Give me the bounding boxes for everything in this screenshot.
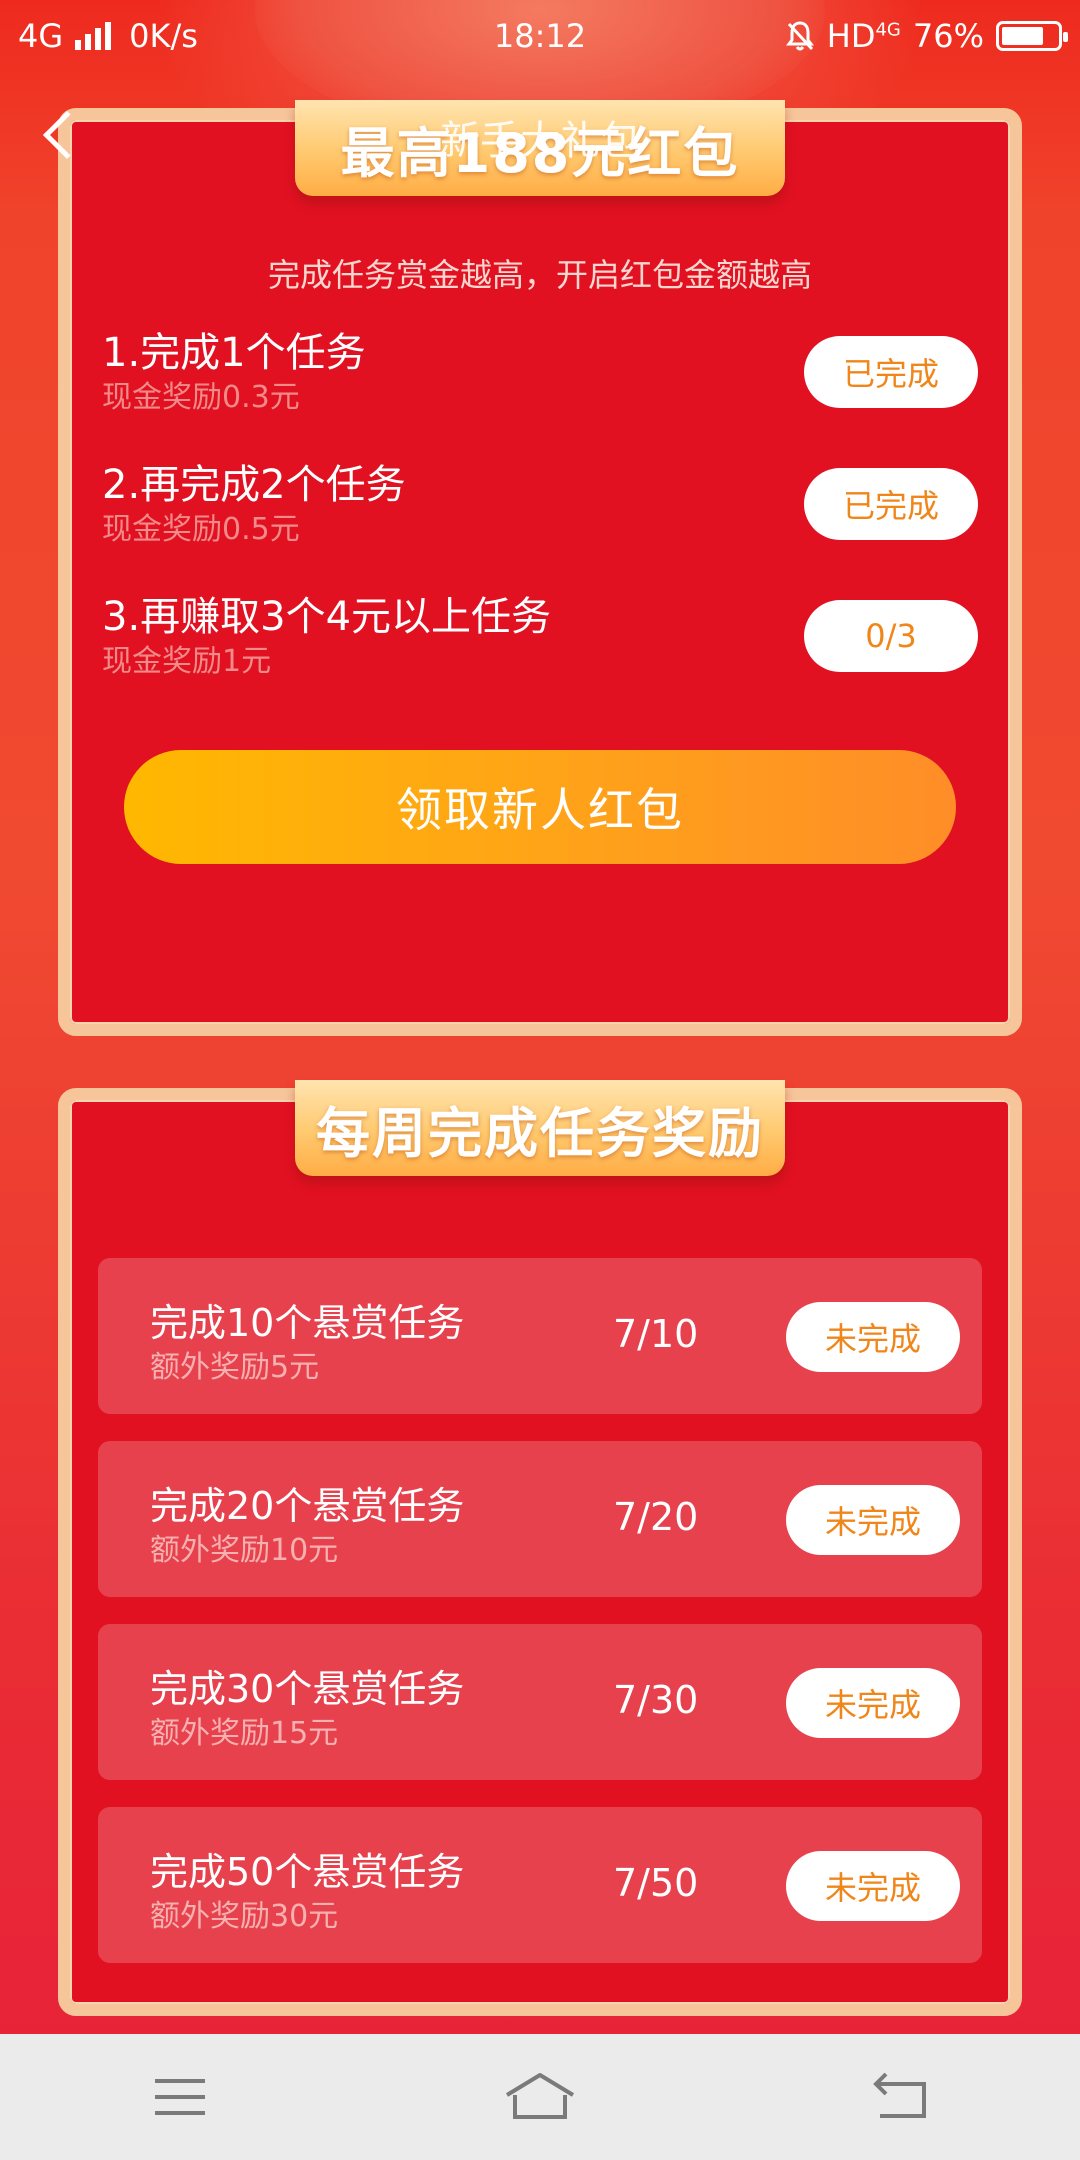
- return-icon: [873, 2072, 926, 2118]
- menu-icon: [155, 2079, 205, 2115]
- weekly-task-row: 完成50个悬赏任务 额外奖励30元 7/50 未完成: [98, 1807, 982, 1963]
- menu-nav-button[interactable]: [120, 2057, 240, 2137]
- weekly-ribbon: 每周完成任务奖励: [295, 1080, 785, 1176]
- hd-network-label: 4G: [875, 19, 901, 41]
- signal-icon: [75, 22, 112, 50]
- weekly-task-status-button[interactable]: 未完成: [786, 1851, 960, 1921]
- task-item: 1.完成1个任务 现金奖励0.3元 已完成: [102, 328, 978, 428]
- hd-label: HD: [826, 17, 876, 55]
- weekly-task-title: 完成50个悬赏任务: [150, 1850, 465, 1894]
- weekly-task-status-button[interactable]: 未完成: [786, 1302, 960, 1372]
- weekly-task-title: 完成30个悬赏任务: [150, 1667, 465, 1711]
- weekly-task-title: 完成20个悬赏任务: [150, 1484, 465, 1528]
- home-nav-button[interactable]: [480, 2057, 600, 2137]
- weekly-task-reward: 额外奖励10元: [150, 1533, 339, 1568]
- back-nav-button[interactable]: [840, 2057, 960, 2137]
- weekly-task-row: 完成20个悬赏任务 额外奖励10元 7/20 未完成: [98, 1441, 982, 1597]
- home-icon: [505, 2073, 575, 2119]
- status-right: HD4G 76%: [785, 17, 1068, 55]
- newbie-subtitle: 完成任务赏金越高，开启红包金额越高: [267, 256, 812, 294]
- weekly-task-reward: 额外奖励15元: [150, 1716, 339, 1751]
- weekly-task-status-button[interactable]: 未完成: [786, 1668, 960, 1738]
- status-bar: 4G 0K/s 18:12 HD4G 76%: [0, 0, 1080, 72]
- network-speed: 0K/s: [129, 17, 198, 55]
- weekly-task-row: 完成30个悬赏任务 额外奖励15元 7/30 未完成: [98, 1624, 982, 1780]
- weekly-task-progress: 7/30: [613, 1678, 699, 1722]
- battery-percent: 76%: [912, 17, 984, 55]
- weekly-task-row: 完成10个悬赏任务 额外奖励5元 7/10 未完成: [98, 1258, 982, 1414]
- task-status-button[interactable]: 已完成: [804, 468, 978, 540]
- newbie-gift-card: 最高188元红包 完成任务赏金越高，开启红包金额越高 1.完成1个任务 现金奖励…: [58, 100, 1022, 1036]
- system-nav-bar: [0, 2034, 1080, 2160]
- weekly-task-reward: 额外奖励30元: [150, 1899, 339, 1934]
- battery-icon: [996, 21, 1068, 51]
- weekly-task-progress: 7/10: [613, 1312, 699, 1356]
- weekly-task-progress: 7/20: [613, 1495, 699, 1539]
- task-status-button[interactable]: 已完成: [804, 336, 978, 408]
- mute-bell-icon: [785, 21, 814, 51]
- weekly-task-progress: 7/50: [613, 1861, 699, 1905]
- claim-newbie-redpacket-button[interactable]: 领取新人红包: [124, 750, 956, 864]
- task-progress-button[interactable]: 0/3: [804, 600, 978, 672]
- network-type: 4G: [18, 17, 64, 55]
- task-item: 3.再赚取3个4元以上任务 现金奖励1元 0/3: [102, 592, 978, 692]
- task-item: 2.再完成2个任务 现金奖励0.5元 已完成: [102, 460, 978, 560]
- weekly-reward-card: 每周完成任务奖励 完成10个悬赏任务 额外奖励5元 7/10 未完成 完成20个…: [58, 1080, 1022, 2016]
- weekly-task-status-button[interactable]: 未完成: [786, 1485, 960, 1555]
- hd-indicator: HD4G: [827, 17, 901, 55]
- weekly-task-title: 完成10个悬赏任务: [150, 1301, 465, 1345]
- page-title: 新手大礼包: [440, 118, 640, 164]
- weekly-task-reward: 额外奖励5元: [150, 1350, 320, 1385]
- status-left: 4G 0K/s: [18, 17, 198, 55]
